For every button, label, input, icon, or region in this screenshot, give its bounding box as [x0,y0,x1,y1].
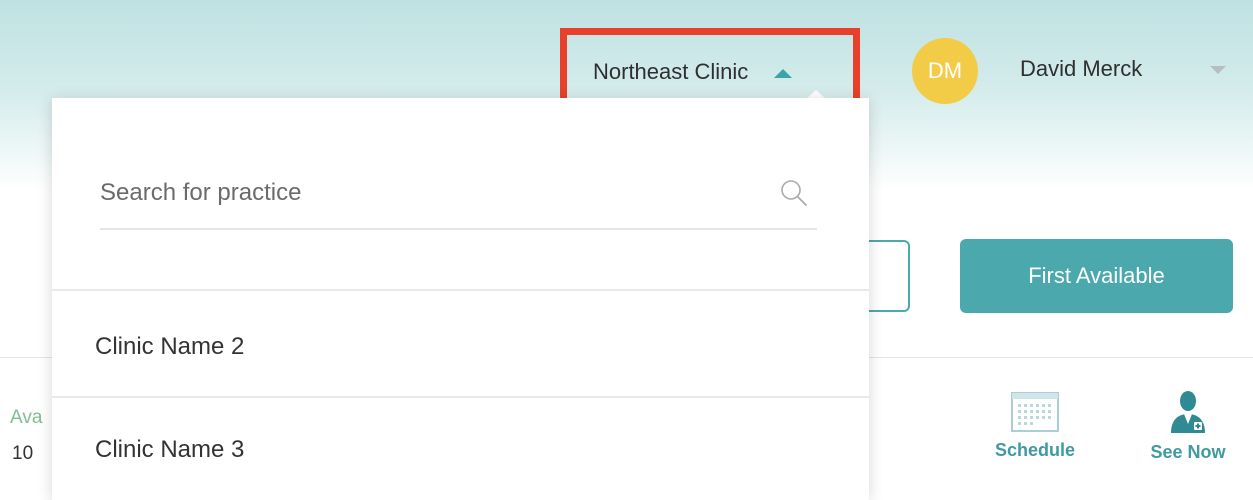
search-input[interactable] [100,168,760,218]
schedule-button[interactable]: Schedule [983,392,1087,461]
list-item-label: Clinic Name 3 [95,436,245,463]
avatar-initials: DM [927,58,963,83]
avatar[interactable]: DM [912,38,978,104]
divider [52,289,869,291]
search-field [100,168,817,230]
caret-up-icon [774,69,793,78]
user-menu-chevron-down-icon[interactable] [1210,66,1226,74]
calendar-icon [1011,392,1059,432]
availability-label-partial: Ava [10,407,43,428]
list-item-label: Clinic Name 2 [95,333,245,360]
list-item[interactable]: Clinic Name 2 [52,298,869,396]
list-item[interactable]: Clinic Name 3 [52,400,869,500]
first-available-button[interactable]: First Available [960,239,1233,313]
availability-value-partial: 10 [12,443,34,464]
schedule-label: Schedule [994,440,1076,460]
search-icon[interactable] [779,178,809,208]
see-now-label: See Now [1150,442,1226,462]
user-name[interactable]: David Merck [1020,56,1142,82]
first-available-label: First Available [1028,263,1165,288]
clinic-selector-label: Northeast Clinic [593,59,749,84]
divider [52,396,869,398]
doctor-icon [1171,391,1205,433]
page: Northeast Clinic DM David Merck First Av… [0,0,1253,500]
see-now-button[interactable]: See Now [1143,390,1233,463]
clinic-dropdown: Clinic Name 2 Clinic Name 3 [52,98,869,500]
